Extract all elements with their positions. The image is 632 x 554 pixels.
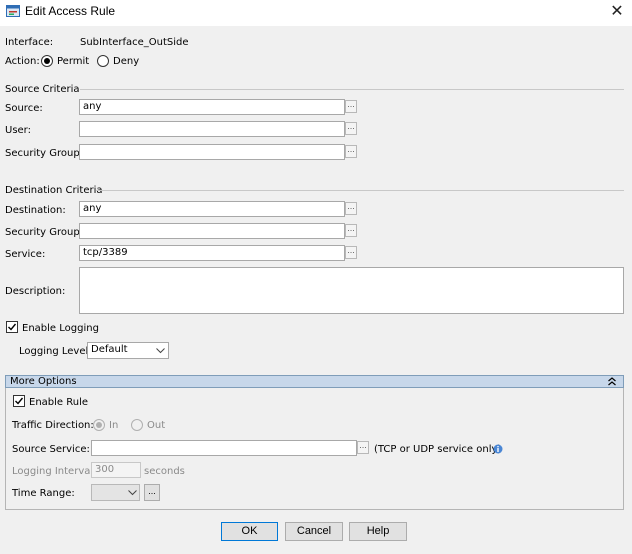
user-label: User: [5,125,31,136]
user-input[interactable] [79,121,345,137]
double-chevron-up-icon[interactable] [607,377,617,386]
source-service-label: Source Service: [12,444,90,455]
direction-in-radio[interactable] [93,419,105,431]
time-range-browse-button[interactable]: ... [144,484,160,501]
time-range-label: Time Range: [12,488,75,499]
cancel-button[interactable]: Cancel [285,522,343,541]
destination-security-group-browse-button[interactable]: ... [345,224,357,237]
chevron-down-icon [128,490,137,496]
service-browse-button[interactable]: ... [345,246,357,259]
more-options-title: More Options [10,376,77,387]
destination-browse-button[interactable]: ... [345,202,357,215]
source-input[interactable]: any [79,99,345,115]
logging-interval-unit: seconds [144,466,185,477]
window-title: Edit Access Rule [25,4,116,18]
checkmark-icon [8,323,17,331]
user-browse-button[interactable]: ... [345,122,357,135]
permit-label[interactable]: Permit [57,56,89,67]
enable-rule-label[interactable]: Enable Rule [29,397,88,408]
app-window-icon [6,5,20,17]
enable-logging-checkbox[interactable] [6,321,18,333]
help-button[interactable]: Help [349,522,407,541]
source-service-browse-button[interactable]: ... [357,441,369,454]
source-browse-button[interactable]: ... [345,100,357,113]
logging-level-label: Logging Level: [19,346,92,357]
time-range-select[interactable] [91,484,140,501]
logging-level-select[interactable]: Default [87,342,169,359]
info-icon[interactable] [493,444,503,454]
close-icon[interactable]: ✕ [608,2,626,20]
description-label: Description: [5,286,66,297]
source-security-group-input[interactable] [79,144,345,160]
destination-input[interactable]: any [79,201,345,217]
traffic-direction-label: Traffic Direction: [12,420,94,431]
source-criteria-heading: Source Criteria [5,84,80,95]
direction-out-label: Out [147,420,166,431]
direction-in-label: In [109,420,119,431]
enable-logging-label[interactable]: Enable Logging [22,323,99,334]
checkmark-icon [15,397,24,405]
interface-label: Interface: [5,37,54,48]
source-service-hint: (TCP or UDP service only) [374,444,502,455]
logging-interval-input[interactable]: 300 [91,462,141,478]
source-security-group-label: Security Group: [5,148,84,159]
destination-security-group-input[interactable] [79,223,345,239]
source-service-input[interactable] [91,440,357,456]
destination-security-group-label: Security Group: [5,227,84,238]
interface-value: SubInterface_OutSide [80,37,189,48]
logging-interval-label: Logging Interval: [12,466,97,477]
source-label: Source: [5,103,43,114]
source-criteria-divider [80,89,624,90]
service-input[interactable]: tcp/3389 [79,245,345,261]
source-security-group-browse-button[interactable]: ... [345,145,357,158]
action-label: Action: [5,56,40,67]
ok-button[interactable]: OK [221,522,278,541]
destination-criteria-heading: Destination Criteria [5,185,103,196]
more-options-header[interactable] [5,375,624,388]
destination-criteria-divider [96,190,624,191]
enable-rule-checkbox[interactable] [13,395,25,407]
service-label: Service: [5,249,46,260]
chevron-down-icon [156,348,165,354]
permit-radio[interactable] [41,55,53,67]
deny-label[interactable]: Deny [113,56,139,67]
destination-label: Destination: [5,205,66,216]
deny-radio[interactable] [97,55,109,67]
direction-out-radio[interactable] [131,419,143,431]
description-textarea[interactable] [79,267,624,314]
